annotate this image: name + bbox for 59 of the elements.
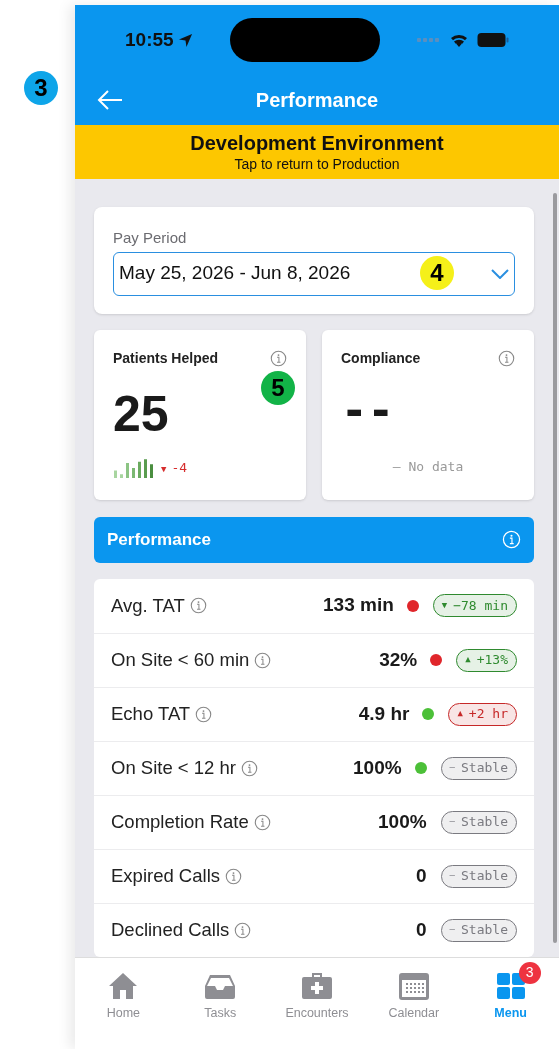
info-icon[interactable] [254, 651, 272, 669]
environment-subtitle: Tap to return to Production [234, 155, 400, 174]
info-icon[interactable] [498, 349, 515, 367]
field-label: Pay Period [113, 228, 188, 249]
trend-pill: ▲ +2 hr [448, 702, 517, 726]
back-arrow-icon[interactable] [97, 90, 123, 110]
metric-value: 133 min [323, 593, 394, 618]
step-marker: 3 [24, 71, 58, 105]
metric-value: 100% [353, 755, 402, 780]
metric-label: Echo TAT [111, 702, 191, 727]
metric-label: On Site < 60 min [111, 648, 250, 673]
info-icon[interactable] [253, 813, 271, 831]
tab-bar-item[interactable]: Home [75, 957, 172, 1031]
metric-value: 4.9 hr [358, 701, 410, 726]
trend-pill: – Stable [440, 756, 517, 780]
card-title: Compliance [341, 348, 421, 368]
trend-pill: ▲ +13% [456, 648, 517, 672]
info-icon[interactable] [270, 349, 287, 367]
metric-label: Avg. TAT [111, 593, 185, 618]
tab-bar-item[interactable]: Tasks [171, 957, 269, 1031]
no-data-note: – No data [392, 457, 464, 476]
sparkline-chart [113, 456, 155, 479]
chevron-down-icon [491, 268, 509, 279]
metric-value: 100% [378, 809, 427, 834]
tab-bar-item[interactable]: Calendar [365, 957, 463, 1031]
info-icon[interactable] [189, 597, 207, 615]
environment-banner[interactable]: Development Environment Tap to return to Production [75, 125, 559, 180]
signal-icon [417, 37, 441, 43]
metric-label: On Site < 12 hr [111, 756, 236, 781]
metric-label: Completion Rate [111, 810, 249, 835]
metric-label: Declined Calls [111, 918, 230, 943]
notification-badge: 3 [518, 961, 541, 984]
trend-pill: – Stable [440, 918, 517, 942]
info-icon[interactable] [195, 705, 213, 723]
environment-title: Development Environment [190, 130, 444, 156]
info-icon[interactable] [240, 759, 258, 777]
wifi-icon [449, 32, 469, 48]
info-icon[interactable] [225, 867, 242, 885]
tab-bar-item[interactable]: Encounters [268, 957, 366, 1031]
metric-value: 32% [379, 647, 418, 672]
trend-pill: ▼ −78 min [432, 594, 517, 618]
metric-label: Expired Calls [111, 864, 220, 889]
metric-value: 0 [416, 863, 427, 888]
tab-bar-item[interactable]: 3 Menu [462, 957, 559, 1031]
trend-pill: – Stable [440, 864, 517, 888]
info-icon[interactable] [234, 921, 252, 939]
scrollbar[interactable] [553, 193, 557, 944]
stat-value: 25 [113, 388, 169, 439]
section-title: Performance [107, 528, 211, 551]
status-time: 10:55 [125, 27, 174, 52]
dropdown-value: May 25, 2026 - Jun 8, 2026 [119, 261, 351, 286]
page-title: Performance [255, 88, 379, 113]
change-value: ▼ -4 [161, 458, 188, 477]
location-arrow-icon [177, 32, 193, 48]
stat-value: -- [341, 388, 394, 433]
battery-icon [477, 32, 509, 48]
card-title: Patients Helped [113, 348, 219, 368]
trend-pill: – Stable [440, 810, 517, 834]
metric-value: 0 [416, 917, 427, 942]
